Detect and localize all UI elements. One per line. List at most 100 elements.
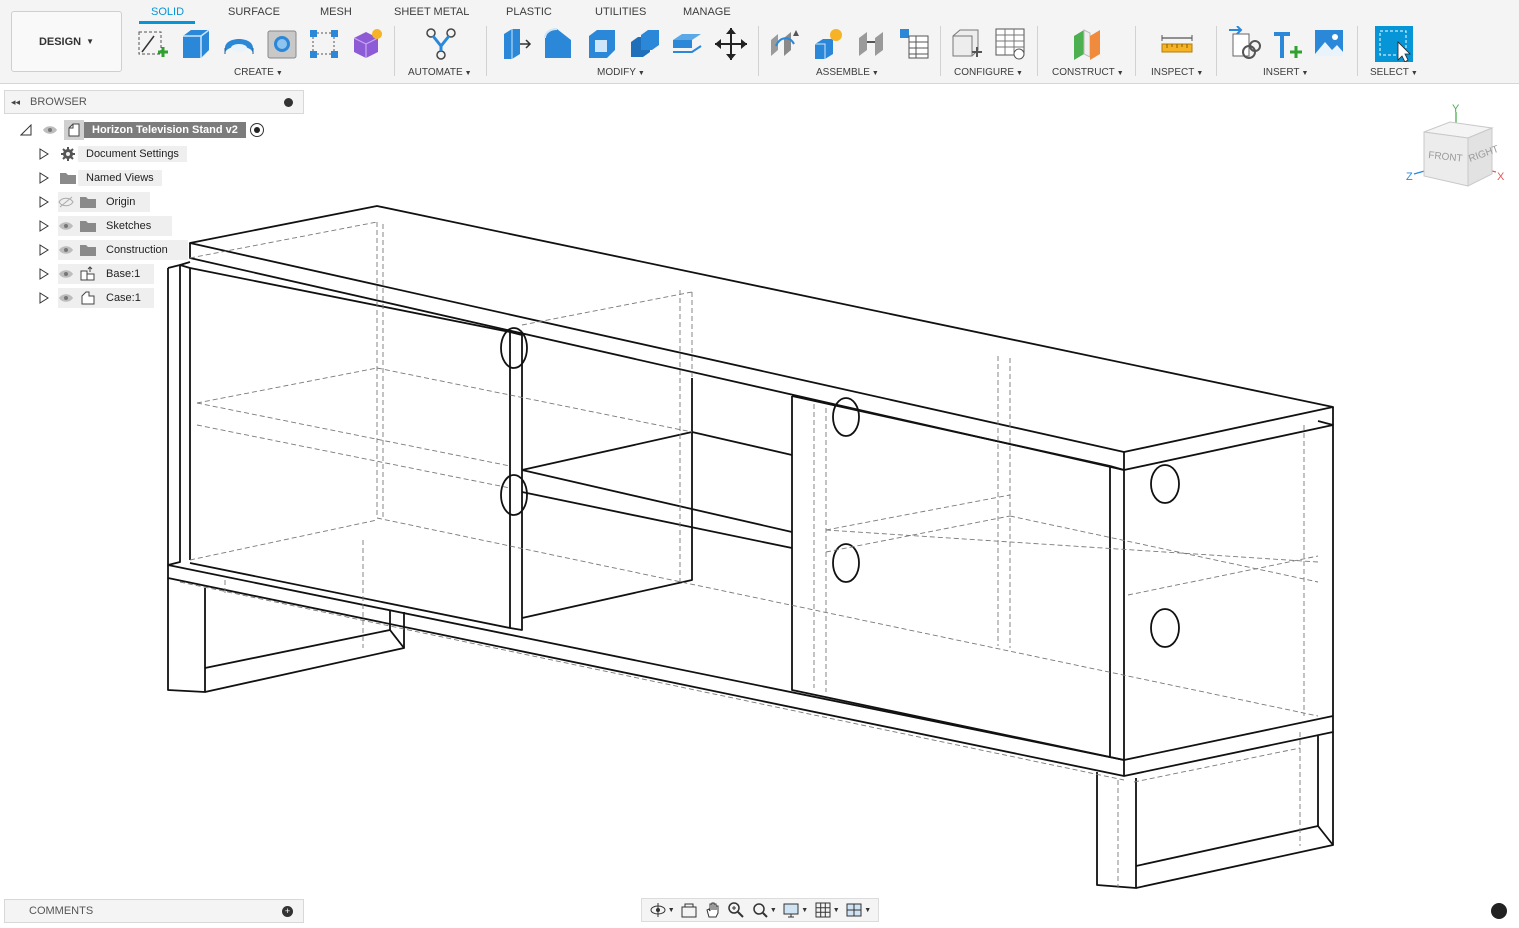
look-at-button[interactable]: [680, 900, 698, 920]
move-icon[interactable]: [714, 26, 748, 62]
caret-down-icon: ▼: [1301, 70, 1309, 77]
collapse-panel-icon[interactable]: ◂◂: [11, 97, 27, 108]
expand-right-icon[interactable]: [36, 168, 52, 188]
tree-item-named-views[interactable]: Named Views: [36, 168, 162, 188]
insert-derive-icon[interactable]: [1227, 26, 1261, 62]
tree-item-case[interactable]: Case:1: [36, 288, 154, 308]
workspace-switcher-button[interactable]: DESIGN ▼: [11, 11, 122, 72]
visibility-eye-icon[interactable]: [56, 264, 76, 284]
tree-item-construction[interactable]: Construction: [36, 240, 188, 260]
automate-menu[interactable]: AUTOMATE ▼: [408, 67, 472, 78]
tab-utilities[interactable]: UTILITIES: [595, 6, 646, 18]
caret-down-icon: ▼: [871, 70, 879, 77]
new-component-icon[interactable]: [811, 26, 845, 62]
insert-menu[interactable]: INSERT ▼: [1263, 67, 1308, 78]
tab-solid[interactable]: SOLID: [151, 6, 184, 18]
ribbon-toolbar: DESIGN ▼ SOLID SURFACE MESH SHEET METAL P…: [0, 0, 1519, 84]
workspace-label: DESIGN: [38, 35, 82, 48]
configuration-table-icon[interactable]: [993, 26, 1027, 62]
tree-root-row[interactable]: Horizon Television Stand v2: [18, 120, 264, 140]
tab-plastic[interactable]: PLASTIC: [506, 6, 552, 18]
modify-menu[interactable]: MODIFY ▼: [597, 67, 645, 78]
tree-item-document-settings[interactable]: Document Settings: [36, 144, 187, 164]
expand-right-icon[interactable]: [36, 240, 52, 260]
grid-snaps-button[interactable]: ▼: [814, 900, 840, 920]
tab-sheet-metal[interactable]: SHEET METAL: [394, 6, 469, 18]
pan-button[interactable]: [704, 900, 722, 920]
navigation-bar: ▼ ▼ ▼ ▼ ▼: [641, 898, 879, 922]
visibility-eye-icon[interactable]: [56, 288, 76, 308]
tab-surface[interactable]: SURFACE: [228, 6, 280, 18]
tab-manage[interactable]: MANAGE: [683, 6, 731, 18]
visibility-eye-icon[interactable]: [56, 240, 76, 260]
visibility-eye-icon[interactable]: [56, 216, 76, 236]
expand-down-icon[interactable]: [18, 120, 34, 140]
insert-mcmaster-icon[interactable]: [1270, 26, 1304, 62]
visibility-eye-icon[interactable]: [40, 120, 60, 140]
caret-down-icon: ▼: [86, 37, 95, 46]
configure-menu[interactable]: CONFIGURE ▼: [954, 67, 1023, 78]
form-icon[interactable]: [350, 26, 384, 62]
viewcube[interactable]: FRONT RIGHT Y Z X: [1400, 100, 1512, 200]
insert-canvas-icon[interactable]: [1312, 26, 1346, 62]
document-name[interactable]: Horizon Television Stand v2: [84, 122, 246, 138]
create-sketch-icon[interactable]: [136, 26, 170, 62]
revolve-icon[interactable]: [222, 26, 256, 62]
divider: [1037, 26, 1038, 76]
display-settings-button[interactable]: ▼: [782, 900, 808, 920]
monitor-icon: [783, 903, 799, 918]
as-built-joint-icon[interactable]: [855, 26, 889, 62]
create-menu[interactable]: CREATE ▼: [234, 67, 283, 78]
select-icon[interactable]: [1374, 26, 1414, 62]
extrude-icon[interactable]: [179, 26, 213, 62]
expand-right-icon[interactable]: [36, 288, 52, 308]
measure-icon[interactable]: [1160, 26, 1194, 62]
caret-down-icon: ▼: [1016, 70, 1023, 77]
comments-panel[interactable]: COMMENTS +: [4, 899, 304, 923]
divider: [940, 26, 941, 76]
combine-icon[interactable]: [628, 26, 662, 62]
pattern-icon[interactable]: [307, 26, 341, 62]
caret-down-icon: ▼: [864, 906, 872, 914]
tree-item-base[interactable]: Base:1: [36, 264, 154, 284]
offset-face-icon[interactable]: [670, 26, 704, 62]
caret-down-icon: ▼: [667, 906, 675, 914]
add-comment-icon[interactable]: +: [282, 905, 293, 917]
fit-button[interactable]: ▼: [751, 900, 777, 920]
viewports-button[interactable]: ▼: [845, 900, 871, 920]
offset-plane-icon[interactable]: [1070, 26, 1104, 62]
automate-icon[interactable]: [424, 26, 458, 62]
gear-icon: [58, 144, 78, 164]
shell-icon[interactable]: [585, 26, 619, 62]
expand-right-icon[interactable]: [36, 264, 52, 284]
visibility-hidden-icon[interactable]: [56, 192, 76, 212]
assemble-label: ASSEMBLE: [816, 67, 870, 78]
expand-right-icon[interactable]: [36, 192, 52, 212]
zoom-icon: [728, 902, 745, 918]
configure-table-icon[interactable]: [950, 26, 984, 62]
construct-menu[interactable]: CONSTRUCT ▼: [1052, 67, 1124, 78]
press-pull-icon[interactable]: [498, 26, 532, 62]
hole-icon[interactable]: [265, 26, 299, 62]
joint-icon[interactable]: [768, 26, 802, 62]
caret-down-icon: ▼: [1196, 70, 1204, 77]
zoom-button[interactable]: [727, 900, 745, 920]
tree-item-origin[interactable]: Origin: [36, 192, 150, 212]
browser-header: ◂◂ BROWSER: [4, 90, 304, 114]
notification-icon[interactable]: [1491, 903, 1507, 919]
inspect-menu[interactable]: INSPECT ▼: [1151, 67, 1203, 78]
panel-pin-icon[interactable]: [284, 97, 293, 107]
tab-mesh[interactable]: MESH: [320, 6, 352, 18]
orbit-icon: [650, 903, 666, 917]
tree-item-sketches[interactable]: Sketches: [36, 216, 172, 236]
component-icon: [78, 288, 98, 308]
select-menu[interactable]: SELECT ▼: [1370, 67, 1418, 78]
activate-radio-icon[interactable]: [249, 123, 264, 137]
browser-title: BROWSER: [30, 96, 87, 108]
fillet-icon[interactable]: [541, 26, 575, 62]
expand-right-icon[interactable]: [36, 144, 52, 164]
expand-right-icon[interactable]: [36, 216, 52, 236]
assemble-menu[interactable]: ASSEMBLE ▼: [816, 67, 879, 78]
bill-of-materials-icon[interactable]: [897, 26, 931, 62]
orbit-button[interactable]: ▼: [649, 900, 675, 920]
